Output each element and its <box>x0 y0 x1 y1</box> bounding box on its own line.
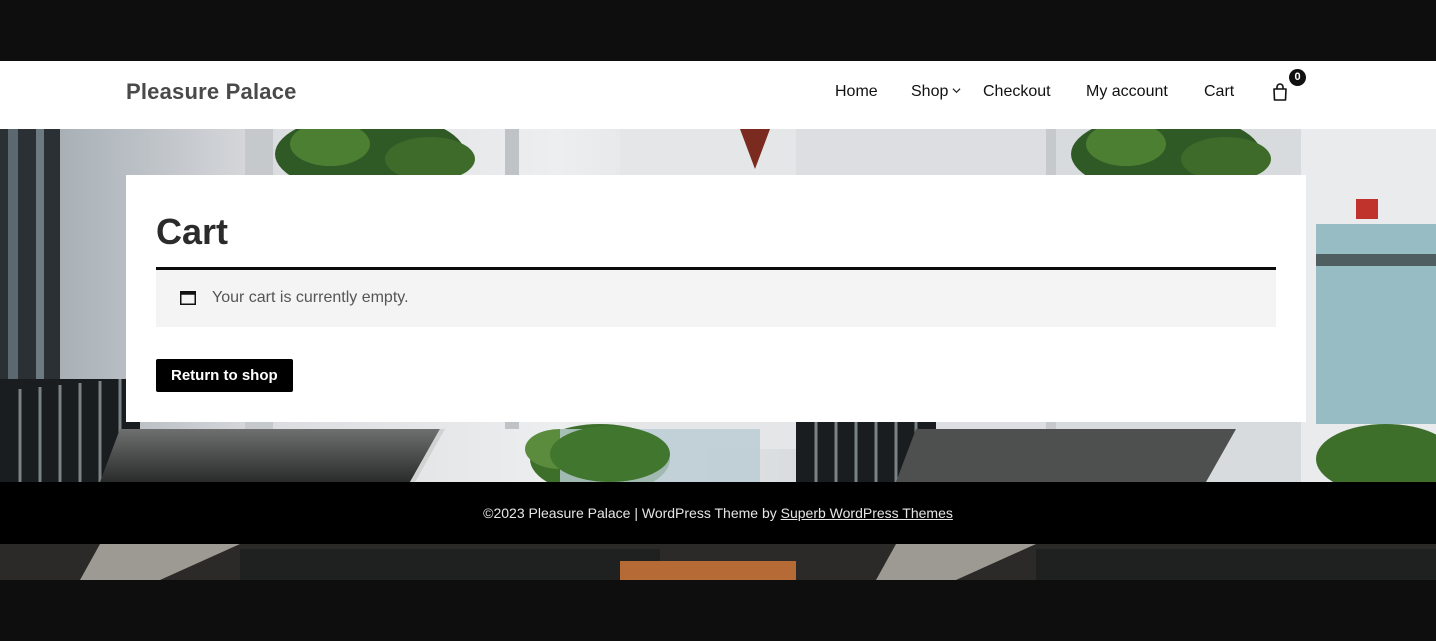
cart-empty-notice: Your cart is currently empty. <box>156 270 1276 327</box>
site-header: Pleasure Palace Home Shop Checkout My ac… <box>0 61 1436 129</box>
footer-theme-link[interactable]: Superb WordPress Themes <box>781 505 953 521</box>
nav-item-checkout[interactable]: Checkout <box>983 83 1051 101</box>
nav-item-shop[interactable]: Shop <box>911 83 961 101</box>
cart-empty-message: Your cart is currently empty. <box>212 289 409 306</box>
site-footer: ©2023 Pleasure Palace | WordPress Theme … <box>0 482 1436 544</box>
chevron-down-icon <box>952 88 961 94</box>
page-title: Cart <box>156 211 229 252</box>
cart-count-badge: 0 <box>1289 69 1306 86</box>
nav-item-my-account[interactable]: My account <box>1086 83 1168 101</box>
window-icon <box>180 291 196 305</box>
cart-content-card: Cart Your cart is currently empty. Retur… <box>126 175 1306 422</box>
nav-item-shop-label: Shop <box>911 83 949 100</box>
footer-copyright: ©2023 Pleasure Palace | WordPress Theme … <box>483 505 781 521</box>
nav-item-cart[interactable]: Cart <box>1204 83 1234 101</box>
site-title[interactable]: Pleasure Palace <box>126 79 297 105</box>
return-to-shop-button[interactable]: Return to shop <box>156 359 293 392</box>
nav-item-home[interactable]: Home <box>835 83 878 101</box>
shopping-bag-icon[interactable] <box>1271 82 1289 102</box>
